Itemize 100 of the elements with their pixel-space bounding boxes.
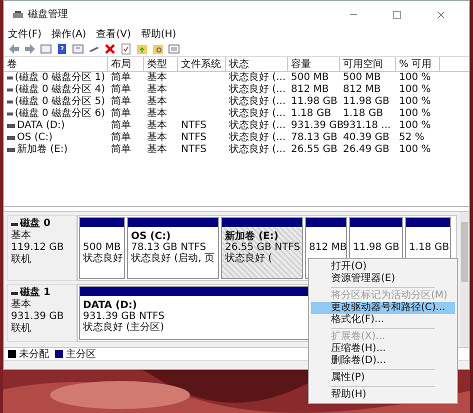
menu-item[interactable]: 文件(F): [8, 28, 42, 41]
table-cell: NTFS: [181, 120, 207, 132]
menu-item[interactable]: 操作(A): [52, 28, 86, 41]
table-cell: 100 %: [399, 144, 431, 156]
table-cell-text: 简单: [111, 72, 131, 84]
table-cell: 100 %: [399, 96, 431, 108]
table-cell-text: 简单: [111, 108, 131, 120]
table-cell-text: 状态良好 (...: [229, 84, 286, 96]
table-cell: 26.55 GB: [291, 144, 338, 156]
window-title: 磁盘管理: [28, 8, 68, 22]
table-cell: 1.18 GB: [343, 108, 384, 120]
menu-item[interactable]: 格式化(F)...: [311, 314, 455, 326]
table-cell: 500 MB: [291, 72, 329, 84]
table-cell: 500 MB: [343, 72, 381, 84]
folder-search-icon[interactable]: [152, 42, 164, 54]
table-cell: NTFS: [181, 144, 207, 156]
table-cell: 52 %: [399, 132, 424, 144]
column-header[interactable]: 容量: [288, 57, 340, 71]
disk-type: 基本: [11, 230, 32, 242]
volume-icon: [7, 88, 13, 92]
forward-arrow-icon[interactable]: [24, 42, 36, 54]
menu-item[interactable]: 压缩卷(H)...: [311, 343, 455, 355]
table-cell: (磁盘 0 磁盘分区 1): [14, 72, 105, 84]
table-cell: 40.39 GB: [343, 132, 390, 144]
table-cell: 100 %: [399, 120, 431, 132]
table-cell: 状态良好 (...: [229, 144, 286, 156]
disk-state: 联机: [11, 254, 32, 266]
menu-item[interactable]: 删除卷(D)...: [311, 355, 455, 367]
maximize-icon: [392, 10, 402, 20]
partition-info: 500 MB: [83, 242, 121, 253]
panel-icon[interactable]: [168, 42, 180, 54]
table-cell-text: OS (C:): [17, 132, 53, 144]
table-cell: 812 MB: [291, 84, 329, 96]
help-icon[interactable]: [56, 42, 68, 54]
partition-title: DATA (D:): [83, 300, 137, 311]
table-cell-text: 简单: [111, 132, 131, 144]
table-cell-text: 基本: [147, 108, 167, 120]
partition-block[interactable]: OS (C:) 78.13 GB NTFS 状态良好 (启动, 页: [127, 217, 219, 279]
legend-label: 未分配: [19, 348, 49, 360]
panel-icon[interactable]: [40, 42, 52, 54]
table-cell: 11.98 GB: [343, 96, 390, 108]
column-header[interactable]: 卷: [4, 57, 108, 71]
volume-icon: [7, 100, 13, 104]
partition-block[interactable]: 新加卷 (E:) 26.55 GB NTFS 状态良好 (: [221, 217, 303, 279]
column-header[interactable]: 类型: [144, 57, 178, 71]
table-cell: DATA (D:): [17, 120, 65, 132]
column-header[interactable]: % 可用: [396, 57, 440, 71]
table-cell: 931.18 ...: [343, 120, 391, 132]
table-cell-text: 简单: [111, 84, 131, 96]
delete-icon[interactable]: [104, 42, 116, 54]
table-cell: 1.18 GB: [291, 108, 332, 120]
back-arrow-icon[interactable]: [8, 42, 20, 54]
menu-item[interactable]: 更改驱动器号和路径(C)...: [311, 302, 455, 314]
table-cell-text: 状态良好 (...: [229, 72, 286, 84]
disk-name: 磁盘 0: [20, 218, 50, 230]
volume-icon: [7, 76, 13, 80]
disk-name: 磁盘 1: [20, 287, 50, 298]
disk-size: 119.12 GB: [11, 242, 65, 254]
partition-block[interactable]: 500 MB 状态良好: [79, 217, 125, 279]
table-cell-text: 简单: [111, 96, 131, 108]
disk-state: 联机: [11, 323, 32, 335]
folder-up-icon[interactable]: [136, 42, 148, 54]
menu-item[interactable]: 属性(P): [311, 372, 455, 384]
table-cell-text: 简单: [111, 120, 131, 132]
column-header[interactable]: 可用空间: [340, 57, 396, 71]
table-cell: 100 %: [399, 108, 431, 120]
table-cell-text: 状态良好 (...: [229, 96, 286, 108]
table-cell-text: 状态良好 (...: [229, 132, 286, 144]
partition-info: 状态良好: [83, 253, 123, 264]
partition-info: 812 MB: [309, 242, 346, 253]
menu-item[interactable]: 查看(V): [96, 28, 131, 41]
panel-icon[interactable]: [72, 42, 84, 54]
partition-info: 状态良好 (主分区): [83, 322, 164, 333]
table-cell-text: 基本: [147, 84, 167, 96]
scrollbar[interactable]: [460, 212, 469, 347]
table-cell: 简单: [111, 144, 131, 156]
partition-info: 931.39 GB NTFS: [83, 311, 164, 322]
menu-item[interactable]: 帮助(H): [140, 28, 176, 41]
table-cell-text: 基本: [147, 132, 167, 144]
partition-info: 11.98 GB: [353, 242, 400, 253]
table-cell-text: 基本: [147, 72, 167, 84]
partition-info: 78.13 GB NTFS: [131, 242, 206, 253]
table-cell-text: 基本: [147, 96, 167, 108]
partition-info: 状态良好 (启动, 页: [131, 253, 214, 264]
table-cell: NTFS: [181, 132, 207, 144]
disk-type: 基本: [11, 299, 32, 311]
menu-item[interactable]: 帮助(H): [311, 389, 455, 401]
table-cell: 78.13 GB: [291, 132, 338, 144]
disk-size: 931.39 GB: [11, 311, 65, 322]
table-cell: 26.49 GB: [343, 144, 390, 156]
table-cell: 11.98 GB: [291, 96, 338, 108]
volume-icon: [7, 112, 13, 116]
table-cell: 基本: [147, 144, 167, 156]
table-cell: 100 %: [399, 72, 431, 84]
column-header[interactable]: 文件系统: [178, 57, 226, 71]
document-check-icon[interactable]: [120, 42, 132, 54]
partition-info: 1.18 GB: [409, 242, 450, 253]
table-cell: (磁盘 0 磁盘分区 6): [14, 108, 105, 120]
column-header[interactable]: 布局: [108, 57, 144, 71]
column-header[interactable]: 状态: [226, 57, 288, 71]
